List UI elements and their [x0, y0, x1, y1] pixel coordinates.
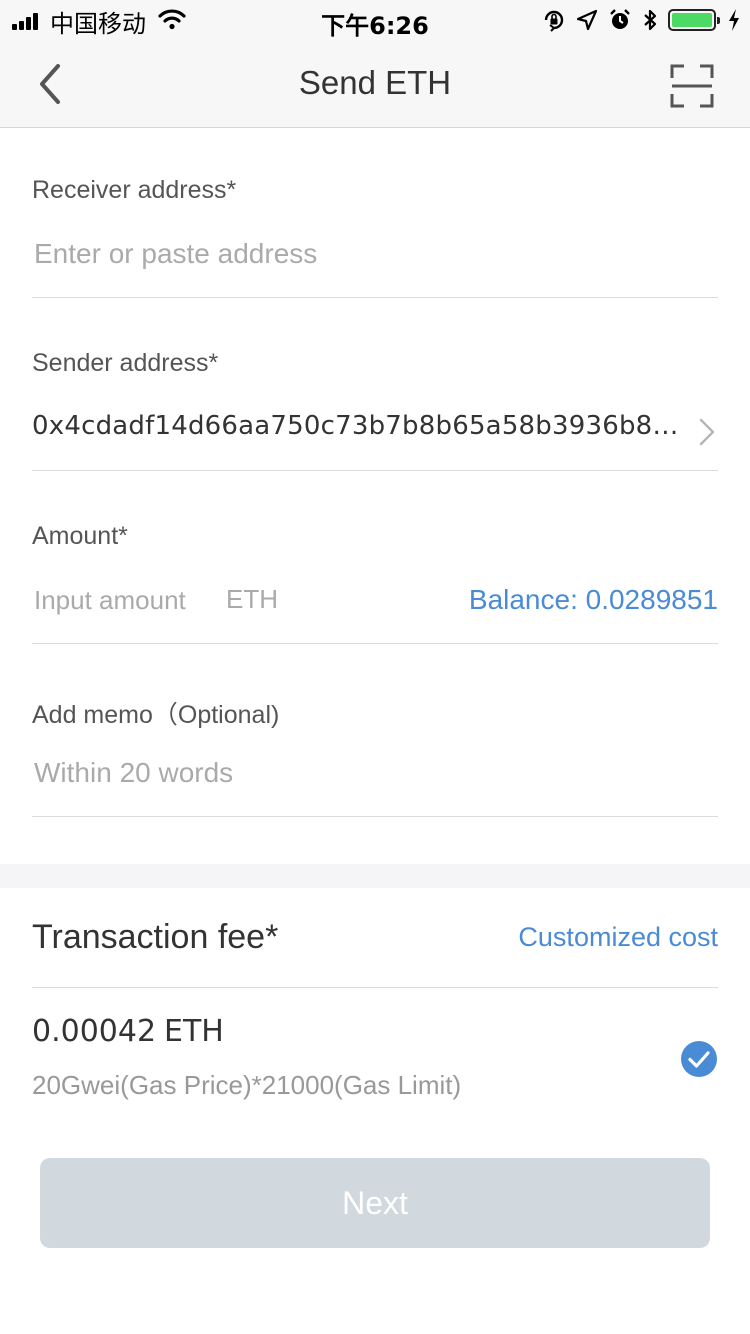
- status-right: [532, 6, 740, 34]
- location-icon: [576, 9, 598, 31]
- amount-field: Amount* ETH Balance: 0.0289851: [32, 522, 718, 644]
- page-title: Send ETH: [298, 64, 452, 101]
- fee-amount: 0.00042: [32, 1014, 157, 1049]
- status-bar: 中国移动 下午6:26: [0, 0, 750, 40]
- fee-title: Transaction fee*: [32, 918, 279, 956]
- next-button[interactable]: Next: [40, 1158, 710, 1248]
- fee-header: Transaction fee* Customized cost: [32, 888, 718, 988]
- memo-field: Add memo（Optional): [32, 695, 718, 817]
- bluetooth-icon: [642, 8, 658, 32]
- amount-unit: ETH: [226, 584, 278, 614]
- chevron-right-icon: [699, 418, 715, 446]
- amount-label: Amount*: [32, 522, 128, 550]
- balance-label: Balance: 0.0289851: [468, 584, 718, 615]
- scan-button[interactable]: [670, 64, 714, 108]
- memo-input[interactable]: [34, 753, 714, 793]
- orientation-lock-icon: [542, 8, 566, 32]
- sender-field[interactable]: Sender address* 0x4cdadf14d66aa750c73b7b…: [32, 349, 718, 471]
- amount-input[interactable]: [34, 580, 214, 620]
- sender-label: Sender address*: [32, 349, 219, 377]
- scan-icon: [670, 64, 714, 108]
- check-circle-icon: [681, 1041, 717, 1077]
- charging-icon: [728, 9, 740, 31]
- receiver-label: Receiver address*: [32, 176, 237, 204]
- fee-detail: 20Gwei(Gas Price)*21000(Gas Limit): [32, 1070, 462, 1100]
- receiver-field: Receiver address*: [32, 176, 718, 298]
- nav-bar: Send ETH: [0, 40, 750, 128]
- battery-icon: [668, 9, 720, 31]
- sender-address-value: 0x4cdadf14d66aa750c73b7b8b65a58b3936b8…: [32, 411, 679, 441]
- fee-unit: ETH: [164, 1014, 224, 1049]
- customized-cost-link[interactable]: Customized cost: [518, 922, 718, 953]
- memo-label: Add memo（Optional): [32, 701, 280, 729]
- section-divider: [0, 864, 750, 888]
- fee-option[interactable]: 0.00042 ETH 20Gwei(Gas Price)*21000(Gas …: [32, 1000, 718, 1120]
- receiver-address-input[interactable]: [34, 234, 714, 274]
- alarm-icon: [608, 8, 632, 32]
